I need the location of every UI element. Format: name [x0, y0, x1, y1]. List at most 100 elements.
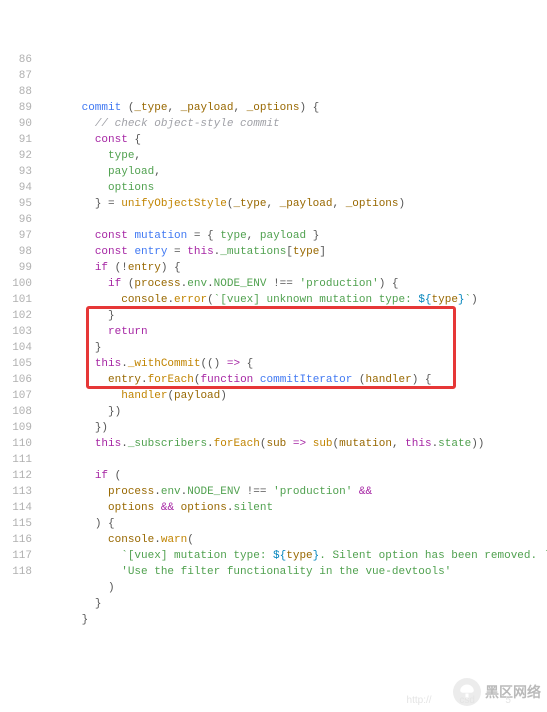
token-kw: if — [95, 470, 108, 482]
token-kw: && — [161, 502, 174, 514]
line-number: 116 — [0, 532, 32, 548]
line-number: 96 — [0, 212, 32, 228]
token-def: mutation — [134, 230, 187, 242]
token-plain — [42, 518, 95, 530]
token-num: options — [181, 502, 227, 514]
token-pun: ( — [207, 294, 214, 306]
token-kw: if — [108, 278, 121, 290]
line-number: 109 — [0, 420, 32, 436]
token-kw: return — [108, 326, 148, 338]
code-line: console.warn( — [42, 532, 547, 548]
token-prop: env — [161, 486, 181, 498]
code-area: commit (_type, _payload, _options) { // … — [42, 52, 547, 628]
token-num: _payload — [181, 102, 234, 114]
line-number: 103 — [0, 324, 32, 340]
token-prop: silent — [233, 502, 273, 514]
token-pun: ] — [319, 246, 326, 258]
token-str: 'production' — [273, 486, 352, 498]
token-pun: ) — [399, 198, 406, 210]
token-pun: } — [95, 342, 102, 354]
token-num: _payload — [280, 198, 333, 210]
code-line: entry.forEach(function commitIterator (h… — [42, 372, 547, 388]
token-pun: . — [154, 534, 161, 546]
token-pun: . — [121, 358, 128, 370]
token-pun: . — [154, 486, 161, 498]
token-prop: _subscribers — [128, 438, 207, 450]
token-fn: forEach — [214, 438, 260, 450]
token-plain — [42, 310, 108, 322]
code-line — [42, 212, 547, 228]
token-pun: { — [240, 358, 253, 370]
code-line: type, — [42, 148, 547, 164]
token-prop: env — [187, 278, 207, 290]
code-line: } — [42, 340, 547, 356]
token-plain — [42, 150, 108, 162]
token-num: payload — [174, 390, 220, 402]
line-number: 106 — [0, 372, 32, 388]
token-pun: , — [247, 230, 260, 242]
token-tpl: ${ — [273, 550, 286, 562]
token-plain — [42, 470, 95, 482]
token-fn: error — [174, 294, 207, 306]
token-pun: . — [121, 438, 128, 450]
token-pun: }) — [108, 406, 121, 418]
token-plain — [42, 374, 108, 386]
token-num: entry — [108, 374, 141, 386]
line-number: 111 — [0, 452, 32, 468]
token-str: `[vuex] mutation type: — [121, 550, 273, 562]
token-num: process — [108, 486, 154, 498]
token-kw: this — [187, 246, 213, 258]
code-line: const mutation = { type, payload } — [42, 228, 547, 244]
token-pun: } — [306, 230, 319, 242]
token-fn: warn — [161, 534, 187, 546]
line-number: 108 — [0, 404, 32, 420]
code-line: }) — [42, 420, 547, 436]
token-prop: options — [108, 182, 154, 194]
watermark: http:// csd 5 黑区网络 — [453, 678, 541, 706]
token-num: entry — [128, 262, 161, 274]
line-number: 94 — [0, 180, 32, 196]
token-plain — [42, 294, 121, 306]
code-line: 'Use the filter functionality in the vue… — [42, 564, 547, 580]
token-pun: . — [141, 374, 148, 386]
code-line: ) { — [42, 516, 547, 532]
token-pun: , — [266, 198, 279, 210]
token-def: commit — [82, 102, 122, 114]
line-number: 118 — [0, 564, 32, 580]
token-prop: NODE_ENV — [187, 486, 240, 498]
token-kw: this — [95, 358, 121, 370]
token-str: 'production' — [300, 278, 379, 290]
token-pun: } = — [95, 198, 121, 210]
code-line: process.env.NODE_ENV !== 'production' && — [42, 484, 547, 500]
token-num: handler — [366, 374, 412, 386]
token-pun: ) { — [161, 262, 181, 274]
token-plain — [42, 502, 108, 514]
token-pun: (! — [108, 262, 128, 274]
token-pun: . — [207, 278, 214, 290]
token-plain — [42, 534, 108, 546]
code-line: console.error(`[vuex] unknown mutation t… — [42, 292, 547, 308]
token-pun: ) — [108, 582, 115, 594]
code-line: if (process.env.NODE_ENV !== 'production… — [42, 276, 547, 292]
line-number-gutter: 8687888990919293949596979899100101102103… — [0, 52, 42, 628]
token-pun: , — [332, 198, 345, 210]
token-prop: _mutations — [220, 246, 286, 258]
code-line: ) — [42, 580, 547, 596]
code-line: commit (_type, _payload, _options) { — [42, 100, 547, 116]
token-fn: sub — [313, 438, 333, 450]
code-line: } — [42, 308, 547, 324]
token-plain — [42, 278, 108, 290]
token-pun: )) — [471, 438, 484, 450]
token-kw: this — [95, 438, 121, 450]
token-num: console — [108, 534, 154, 546]
line-number: 95 — [0, 196, 32, 212]
line-number: 98 — [0, 244, 32, 260]
token-plain — [42, 550, 121, 562]
token-pun: }) — [95, 422, 108, 434]
token-fn: unifyObjectStyle — [121, 198, 227, 210]
token-pun — [174, 502, 181, 514]
token-str: . Silent option has been removed. ` — [319, 550, 547, 562]
token-kw: function — [200, 374, 253, 386]
token-pun: , — [134, 150, 141, 162]
line-number: 100 — [0, 276, 32, 292]
